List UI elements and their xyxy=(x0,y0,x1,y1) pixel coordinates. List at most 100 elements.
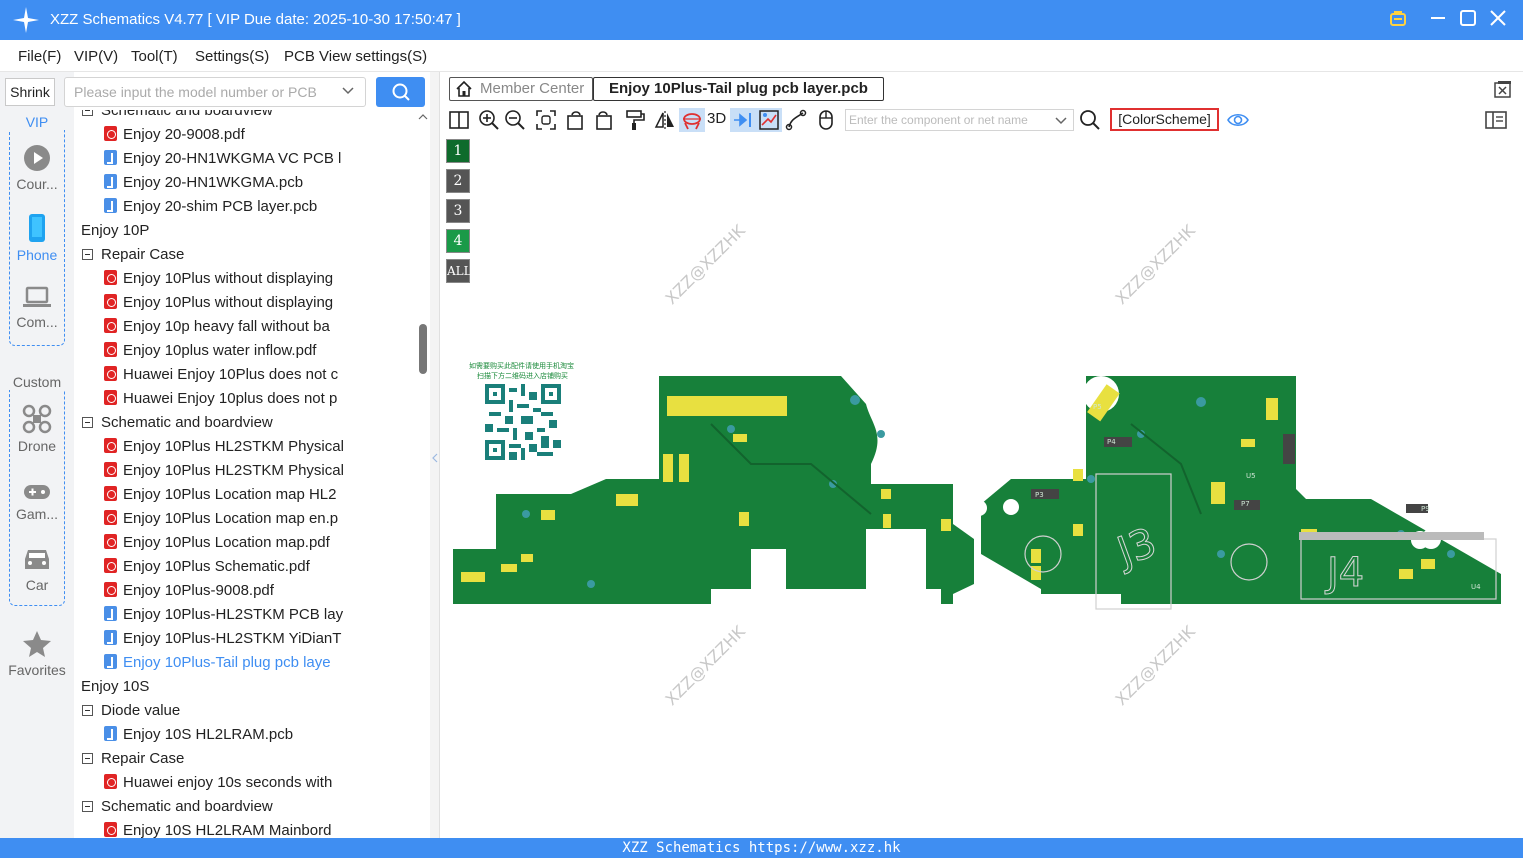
tree-item-label: Enjoy 20-9008.pdf xyxy=(123,126,245,143)
paint-roller-icon[interactable] xyxy=(624,109,646,131)
chevron-down-icon[interactable] xyxy=(1054,114,1068,128)
scrollbar-thumb[interactable] xyxy=(419,324,427,374)
tree-file[interactable]: Enjoy 10Plus HL2STKM Physical xyxy=(104,459,344,483)
sidebar-item-computer[interactable]: Com... xyxy=(0,286,74,330)
model-search-input[interactable]: Please input the model number or PCB xyxy=(64,77,366,107)
search-button[interactable] xyxy=(376,77,425,107)
flip-board-icon[interactable] xyxy=(681,109,703,131)
tree-file[interactable]: Enjoy 10Plus without displaying xyxy=(104,267,333,291)
minimize-button[interactable] xyxy=(1426,8,1450,32)
tab-active-pcb[interactable]: Enjoy 10Plus-Tail plug pcb layer.pcb xyxy=(593,77,884,101)
collapse-box-icon[interactable] xyxy=(82,801,93,812)
tree-file[interactable]: Enjoy 20-HN1WKGMA VC PCB l xyxy=(104,147,341,171)
tree-file[interactable]: Enjoy 10S HL2LRAM Mainbord xyxy=(104,819,331,838)
close-button[interactable] xyxy=(1486,8,1510,32)
chevron-down-icon[interactable] xyxy=(341,82,355,103)
tree-folder[interactable]: Enjoy 10S xyxy=(74,675,149,699)
tree-scrollbar[interactable] xyxy=(416,110,430,838)
3d-view-toggle[interactable]: 3D xyxy=(707,110,726,127)
sidebar-item-drone[interactable]: Drone xyxy=(0,404,74,454)
tree-file[interactable]: Enjoy 20-9008.pdf xyxy=(104,123,245,147)
collapse-box-icon[interactable] xyxy=(82,110,93,116)
tree-folder[interactable]: Repair Case xyxy=(82,747,184,771)
pdf-file-icon xyxy=(104,822,117,837)
rotate-right-icon[interactable] xyxy=(592,109,614,131)
svg-text:U5: U5 xyxy=(1246,472,1256,480)
tree-file[interactable]: Enjoy 10Plus without displaying xyxy=(104,291,333,315)
split-view-icon[interactable] xyxy=(448,109,470,131)
file-tree: Schematic and boardview Enjoy 20-9008.pdf… xyxy=(74,110,416,838)
tree-file[interactable]: Enjoy 20-shim PCB layer.pcb xyxy=(104,195,317,219)
tree-file[interactable]: Enjoy 10Plus-Tail plug pcb laye xyxy=(104,651,331,675)
pdf-file-icon xyxy=(104,774,117,789)
zoom-in-icon[interactable] xyxy=(478,109,500,131)
tree-file[interactable]: Enjoy 10Plus Location map en.p xyxy=(104,507,338,531)
visibility-eye-icon[interactable] xyxy=(1227,109,1249,131)
rotate-left-icon[interactable] xyxy=(565,109,587,131)
scroll-up-icon[interactable] xyxy=(418,113,428,121)
sidebar-item-phone[interactable]: Phone xyxy=(0,213,74,263)
svg-text:P9: P9 xyxy=(1421,505,1430,513)
trace-tool-icon[interactable] xyxy=(785,109,807,131)
vip-bag-icon[interactable] xyxy=(1386,8,1410,32)
fit-view-icon[interactable] xyxy=(535,109,557,131)
tree-item-label: Huawei Enjoy 10Plus does not c xyxy=(123,366,339,383)
collapse-box-icon[interactable] xyxy=(82,753,93,764)
component-search-input[interactable]: Enter the component or net name xyxy=(845,109,1074,131)
pcb-canvas[interactable]: 1 2 3 4 ALL XZZ@XZZHK XZZ@XZZHK XZZ@XZZH… xyxy=(441,134,1523,838)
panel-toggle-icon[interactable] xyxy=(1485,109,1507,131)
sidebar-item-courses[interactable]: Cour... xyxy=(0,144,74,192)
maximize-button[interactable] xyxy=(1456,8,1480,32)
tree-item-label: Enjoy 10Plus Location map HL2 xyxy=(123,486,337,503)
panel-splitter[interactable] xyxy=(430,72,440,838)
mirror-icon[interactable] xyxy=(654,109,676,131)
menu-settings[interactable]: Settings(S) xyxy=(195,48,269,65)
tree-file[interactable]: Enjoy 10S HL2LRAM.pcb xyxy=(104,723,293,747)
tree-file[interactable]: Huawei Enjoy 10Plus does not c xyxy=(104,363,338,387)
menu-tool[interactable]: Tool(T) xyxy=(131,48,178,65)
tree-file[interactable]: Enjoy 10Plus-HL2STKM YiDianT xyxy=(104,627,341,651)
net-navigate-icon[interactable] xyxy=(732,109,754,131)
pdf-file-icon xyxy=(104,534,117,549)
sidebar-item-favorites[interactable]: Favorites xyxy=(0,630,74,678)
shrink-button[interactable]: Shrink xyxy=(5,78,55,106)
tree-folder[interactable]: Schematic and boardview xyxy=(82,110,273,123)
tree-file[interactable]: Enjoy 10Plus HL2STKM Physical xyxy=(104,435,344,459)
tree-file[interactable]: Enjoy 10Plus Location map.pdf xyxy=(104,531,330,555)
tree-item-label: Enjoy 10Plus-HL2STKM YiDianT xyxy=(123,630,342,647)
tab-member-center[interactable]: Member Center xyxy=(449,77,594,101)
menu-vip[interactable]: VIP(V) xyxy=(74,48,118,65)
collapse-box-icon[interactable] xyxy=(82,249,93,260)
tree-file[interactable]: Huawei Enjoy 10plus does not p xyxy=(104,387,337,411)
tree-file[interactable]: Enjoy 10Plus Location map HL2 xyxy=(104,483,336,507)
tree-file[interactable]: Enjoy 10Plus Schematic.pdf xyxy=(104,555,310,579)
tree-item-label: Enjoy 10Plus without displaying xyxy=(123,294,334,311)
tree-file[interactable]: Enjoy 10Plus-HL2STKM PCB lay xyxy=(104,603,343,627)
menu-file[interactable]: File(F) xyxy=(18,48,61,65)
sidebar-item-games[interactable]: Gam... xyxy=(0,482,74,522)
collapse-left-icon[interactable] xyxy=(431,452,439,464)
tree-folder[interactable]: Schematic and boardview xyxy=(82,411,273,435)
zoom-out-icon[interactable] xyxy=(504,109,526,131)
collapse-box-icon[interactable] xyxy=(82,705,93,716)
component-search-icon[interactable] xyxy=(1079,109,1101,131)
tree-file[interactable]: Huawei enjoy 10s seconds with xyxy=(104,771,332,795)
close-all-tabs-icon[interactable] xyxy=(1493,80,1513,100)
tree-folder[interactable]: Enjoy 10P xyxy=(74,219,149,243)
tree-file[interactable]: Enjoy 10plus water inflow.pdf xyxy=(104,339,316,363)
tree-item-label: Repair Case xyxy=(101,246,185,263)
tree-file[interactable]: Enjoy 10Plus-9008.pdf xyxy=(104,579,274,603)
tab-label: Member Center xyxy=(480,80,585,97)
highlight-net-icon[interactable] xyxy=(758,109,780,131)
tree-folder[interactable]: Diode value xyxy=(82,699,180,723)
sidebar-item-car[interactable]: Car xyxy=(0,547,74,593)
tree-file[interactable]: Enjoy 10p heavy fall without ba xyxy=(104,315,330,339)
tree-folder[interactable]: Schematic and boardview xyxy=(82,795,273,819)
collapse-box-icon[interactable] xyxy=(82,417,93,428)
tree-file[interactable]: Enjoy 20-HN1WKGMA.pcb xyxy=(104,171,303,195)
tree-folder[interactable]: Repair Case xyxy=(82,243,184,267)
mouse-mode-icon[interactable] xyxy=(815,109,837,131)
menu-pcb-view-settings[interactable]: PCB View settings(S) xyxy=(284,48,427,65)
pcb-file-icon xyxy=(104,606,117,621)
color-scheme-button[interactable]: [ColorScheme] xyxy=(1110,108,1219,131)
